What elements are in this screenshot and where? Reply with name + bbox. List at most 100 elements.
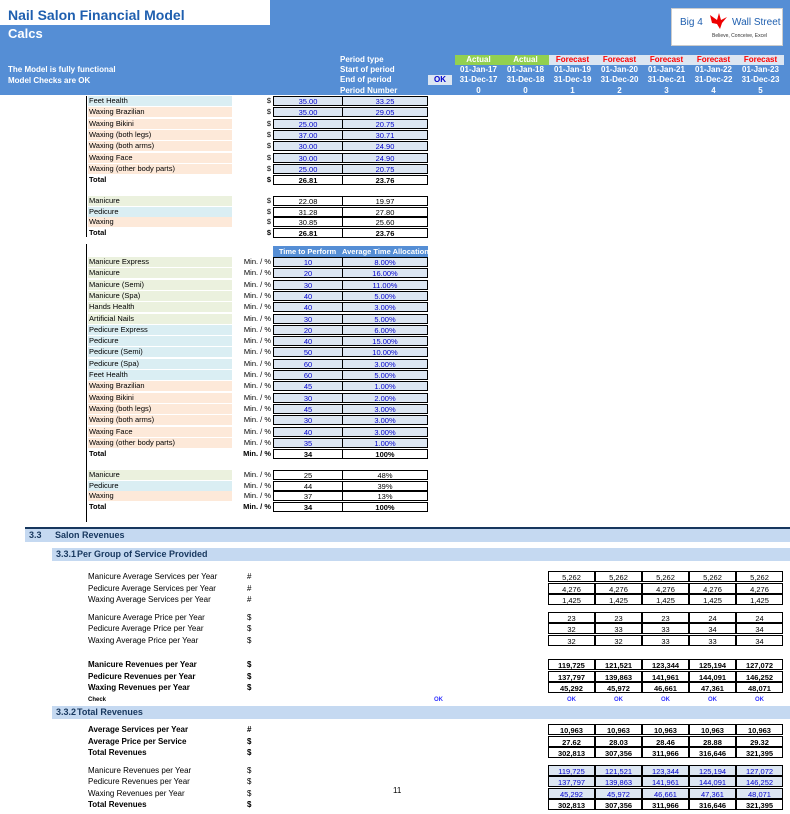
value-cell: 125,194 xyxy=(689,764,736,776)
value-cell: 28.46 xyxy=(642,735,689,747)
row-label: Manicure (Semi) xyxy=(88,279,232,290)
period-type-cell: Forecast xyxy=(596,55,643,65)
value-cell[interactable]: 35.00 xyxy=(273,107,343,118)
value-cell[interactable]: 30.00 xyxy=(273,141,343,152)
value-cell: 1,425 xyxy=(595,594,642,605)
value-cell[interactable]: 5.00% xyxy=(342,370,428,380)
row-label: Waxing (both arms) xyxy=(88,415,232,426)
row-label: Pedicure Average Price per Year xyxy=(88,624,204,633)
value-cell[interactable]: 6.00% xyxy=(342,324,428,335)
value-cell[interactable]: 16.00% xyxy=(342,268,428,279)
value-cell: 1,425 xyxy=(642,594,689,605)
value-cell: 19.97 xyxy=(342,196,428,207)
row-label: Total xyxy=(89,501,107,511)
table-row: Total Min. / % 34 100% xyxy=(87,449,447,460)
value-cell: 28.03 xyxy=(595,735,642,747)
value-cell[interactable]: 25.00 xyxy=(273,163,343,174)
section-3-3-2-header: 3.3.2 Total Revenues xyxy=(52,706,790,719)
period-end-cell: 31-Dec-18 xyxy=(506,75,545,84)
value-cell: 34 xyxy=(689,623,736,634)
value-cell[interactable]: 30 xyxy=(273,313,343,324)
table-row: Pedicure (Semi) Min. / % 50 10.00% xyxy=(87,347,447,358)
row-unit: # xyxy=(247,595,252,604)
value-cell[interactable]: 24.90 xyxy=(342,141,428,152)
row-label: Pedicure xyxy=(88,480,232,491)
value-cell[interactable]: 30 xyxy=(273,279,343,290)
value-cell: 1,425 xyxy=(689,594,736,605)
value-cell[interactable]: 40 xyxy=(273,290,343,301)
value-cell[interactable]: 20.75 xyxy=(342,118,428,129)
value-cell[interactable]: 37.00 xyxy=(273,129,343,140)
row-unit: Min. / % xyxy=(243,381,271,391)
table-row: Waxing (both arms) Min. / % 30 3.00% xyxy=(87,415,447,426)
row-label: Waxing Brazilian xyxy=(88,107,232,118)
table-row: Pedicure Min. / % 44 39% xyxy=(87,480,447,492)
section-title: Salon Revenues xyxy=(55,530,125,540)
row-unit: Min. / % xyxy=(243,370,271,379)
table-row: Waxing Bikini $25.00 20.75 xyxy=(87,118,447,130)
value-cell[interactable]: 40 xyxy=(273,336,343,347)
value-cell[interactable]: 40 xyxy=(273,426,343,437)
value-cell[interactable]: 20.75 xyxy=(342,163,428,174)
value-cell[interactable]: 30.00 xyxy=(273,152,343,163)
value-cell[interactable]: 5.00% xyxy=(342,313,428,324)
value-cell: 125,194 xyxy=(689,659,736,670)
value-cell[interactable]: 33.25 xyxy=(342,96,428,106)
value-cell: 141,961 xyxy=(642,776,689,787)
value-cell[interactable]: 24.90 xyxy=(342,152,428,163)
value-cell[interactable]: 35.00 xyxy=(273,96,343,106)
value-cell[interactable]: 45 xyxy=(273,381,343,392)
value-cell[interactable]: 3.00% xyxy=(342,302,428,313)
start-period-label: Start of period xyxy=(340,65,395,74)
value-cell[interactable]: 30 xyxy=(273,392,343,403)
value-cell[interactable]: 5.00% xyxy=(342,290,428,301)
value-cell[interactable]: 3.00% xyxy=(342,415,428,426)
value-cell: 4,276 xyxy=(548,582,595,594)
table-row: Feet Health $35.00 33.25 xyxy=(87,96,447,107)
value-cell[interactable]: 3.00% xyxy=(342,358,428,369)
period-number-cell: 0 xyxy=(523,86,528,95)
value-cell: 25.60 xyxy=(342,217,428,228)
value-cell: 34 xyxy=(273,449,343,460)
value-cell: 26.81 xyxy=(273,227,343,238)
value-cell[interactable]: 60 xyxy=(273,358,343,369)
value-cell[interactable]: 40 xyxy=(273,302,343,313)
column-header: Average Time Allocation xyxy=(342,246,428,257)
row-unit: $ xyxy=(266,129,271,139)
table-row: Waxing Face Min. / % 40 3.00% xyxy=(87,426,447,438)
value-cell[interactable]: 2.00% xyxy=(342,392,428,403)
value-cell[interactable]: 35 xyxy=(273,437,343,448)
value-cell[interactable]: 11.00% xyxy=(342,279,428,290)
period-type-cell: Forecast xyxy=(643,55,690,65)
value-cell[interactable]: 29.05 xyxy=(342,107,428,118)
value-cell: 24 xyxy=(689,611,736,623)
value-cell[interactable]: 45 xyxy=(273,403,343,414)
value-cell[interactable]: 30.71 xyxy=(342,129,428,140)
value-cell[interactable]: 20 xyxy=(273,324,343,335)
value-cell[interactable]: 50 xyxy=(273,347,343,358)
row-label: Waxing Average Price per Year xyxy=(88,635,199,645)
period-start-cell: 01-Jan-20 xyxy=(601,65,638,74)
value-cell[interactable]: 10.00% xyxy=(342,347,428,358)
value-cell[interactable]: 8.00% xyxy=(342,257,428,267)
row-unit: Min. / % xyxy=(243,437,271,447)
value-cell[interactable]: 25.00 xyxy=(273,118,343,129)
value-cell[interactable]: 3.00% xyxy=(342,426,428,437)
value-cell[interactable]: 10 xyxy=(273,257,343,267)
value-cell: 34 xyxy=(273,501,343,512)
value-cell[interactable]: 60 xyxy=(273,370,343,380)
price-table: Feet Health $35.00 33.25 Waxing Brazilian $3… xyxy=(86,96,428,238)
value-cell[interactable]: 15.00% xyxy=(342,336,428,347)
value-cell[interactable]: 3.00% xyxy=(342,403,428,414)
value-cell[interactable]: 1.00% xyxy=(342,437,428,448)
row-unit: $ xyxy=(247,765,252,775)
value-cell: 28.88 xyxy=(689,735,736,747)
period-start-cell: 01-Jan-22 xyxy=(695,65,732,74)
value-cell[interactable]: 30 xyxy=(273,415,343,426)
section-title: Per Group of Service Provided xyxy=(77,549,208,559)
value-cell[interactable]: 1.00% xyxy=(342,381,428,392)
status-checks: Model Checks are OK xyxy=(8,76,91,85)
value-cell[interactable]: 20 xyxy=(273,268,343,279)
table-row: Waxing Min. / % 37 13% xyxy=(87,491,447,502)
value-cell: 1,425 xyxy=(736,594,783,605)
